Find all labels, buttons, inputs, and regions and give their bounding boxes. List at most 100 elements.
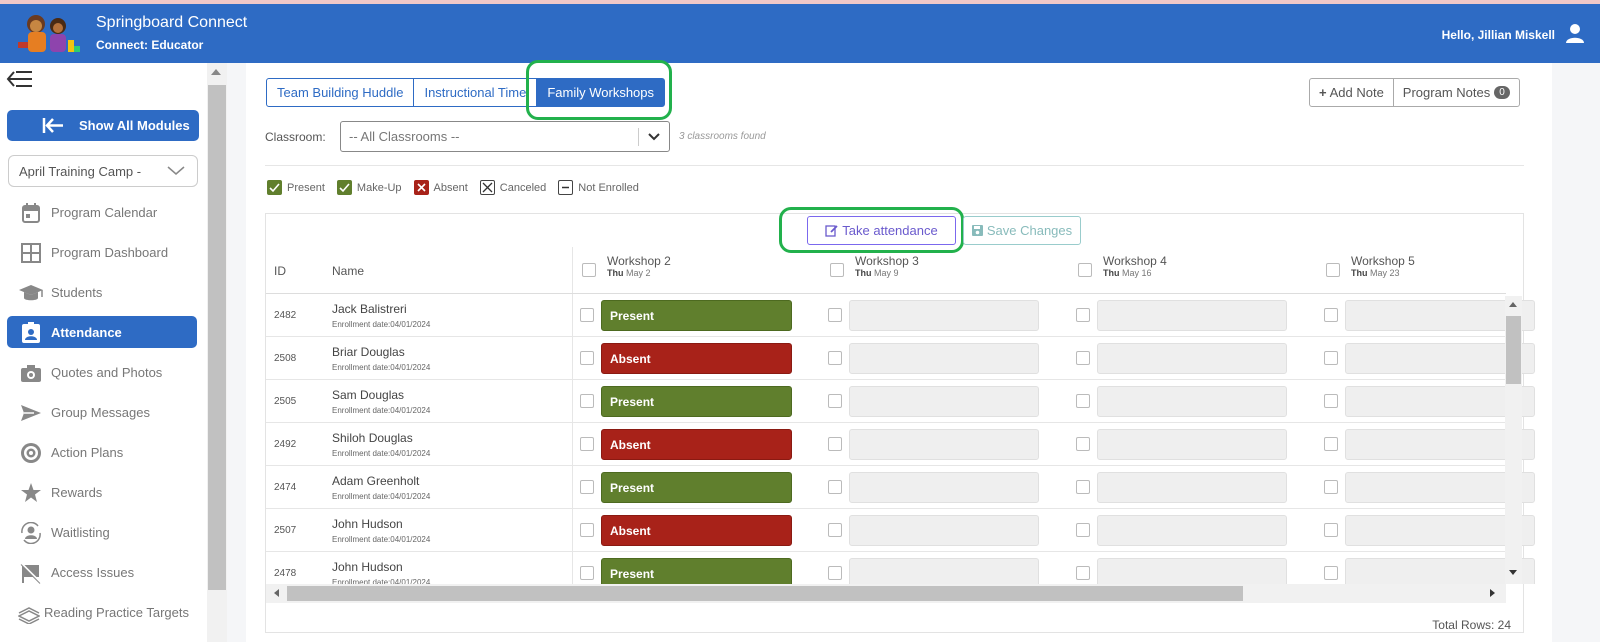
attendance-checkbox-workshop-4[interactable] — [1076, 437, 1090, 451]
attendance-checkbox-workshop-2[interactable] — [580, 308, 594, 322]
attendance-empty-cell-workshop-4[interactable] — [1097, 343, 1287, 374]
scroll-left-arrow-icon[interactable] — [274, 589, 279, 597]
table-row: 2507 John Hudson Enrollment date:04/01/202… — [266, 509, 1535, 552]
attendance-checkbox-workshop-5[interactable] — [1324, 523, 1338, 537]
attendance-empty-cell-workshop-3[interactable] — [849, 343, 1039, 374]
attendance-checkbox-workshop-5[interactable] — [1324, 566, 1338, 580]
enrollment-date: Enrollment date:04/01/2024 — [332, 492, 431, 501]
program-notes-button[interactable]: Program Notes 0 — [1392, 78, 1520, 107]
attendance-empty-cell-workshop-4[interactable] — [1097, 472, 1287, 503]
show-all-modules-button[interactable]: Show All Modules — [7, 110, 199, 141]
attendance-checkbox-workshop-2[interactable] — [580, 394, 594, 408]
program-select[interactable]: April Training Camp - — [8, 155, 198, 187]
workshop-5-select-all-checkbox[interactable] — [1326, 263, 1340, 277]
column-header-workshop-2: Workshop 2 Thu May 2 — [607, 254, 671, 278]
attendance-checkbox-workshop-3[interactable] — [828, 480, 842, 494]
program-notes-count-badge: 0 — [1494, 86, 1510, 99]
attendance-checkbox-workshop-3[interactable] — [828, 566, 842, 580]
workshop-date: Thu May 9 — [855, 268, 899, 278]
attendance-empty-cell-workshop-4[interactable] — [1097, 386, 1287, 417]
scroll-right-arrow-icon[interactable] — [1490, 589, 1495, 597]
sidebar-item-label: Program Dashboard — [51, 244, 169, 260]
attendance-status-cell[interactable]: Absent — [601, 515, 792, 546]
scroll-up-arrow-icon[interactable] — [1509, 302, 1517, 307]
attendance-status-cell[interactable]: Present — [601, 558, 792, 584]
workshop-3-select-all-checkbox[interactable] — [830, 263, 844, 277]
total-rows-text: Total Rows: 24 — [1432, 618, 1511, 632]
table-body: 2482 Jack Balistreri Enrollment date:04/01… — [0, 294, 1600, 584]
enrollment-date: Enrollment date:04/01/2024 — [332, 406, 431, 415]
attendance-empty-cell-workshop-3[interactable] — [849, 300, 1039, 331]
workshop-4-select-all-checkbox[interactable] — [1078, 263, 1092, 277]
attendance-status-cell[interactable]: Present — [601, 300, 792, 331]
attendance-checkbox-workshop-4[interactable] — [1076, 308, 1090, 322]
grid-vertical-scrollbar-thumb[interactable] — [1506, 316, 1521, 384]
attendance-checkbox-workshop-4[interactable] — [1076, 394, 1090, 408]
attendance-checkbox-workshop-4[interactable] — [1076, 480, 1090, 494]
attendance-checkbox-workshop-4[interactable] — [1076, 351, 1090, 365]
tab-instructional-time[interactable]: Instructional Time — [413, 78, 538, 107]
scroll-down-arrow-icon[interactable] — [1509, 570, 1517, 575]
column-header-workshop-5: Workshop 5 Thu May 23 — [1351, 254, 1415, 278]
attendance-status-cell[interactable]: Present — [601, 386, 792, 417]
column-header-id: ID — [274, 264, 286, 278]
attendance-empty-cell-workshop-3[interactable] — [849, 515, 1039, 546]
grid-horizontal-scrollbar-thumb[interactable] — [287, 586, 1243, 601]
attendance-checkbox-workshop-5[interactable] — [1324, 437, 1338, 451]
table-row: 2505 Sam Douglas Enrollment date:04/01/202… — [266, 380, 1535, 423]
workshop-title: Workshop 2 — [607, 254, 671, 268]
tab-team-building-huddle[interactable]: Team Building Huddle — [266, 78, 415, 107]
attendance-empty-cell-workshop-3[interactable] — [849, 386, 1039, 417]
save-changes-button[interactable]: Save Changes — [963, 216, 1081, 245]
attendance-checkbox-workshop-3[interactable] — [828, 308, 842, 322]
classrooms-found-text: 3 classrooms found — [679, 131, 766, 142]
add-note-button[interactable]: + Add Note — [1309, 78, 1394, 107]
student-name: Jack Balistreri — [332, 302, 407, 316]
classroom-select[interactable]: -- All Classrooms -- — [340, 121, 670, 152]
attendance-status-cell[interactable]: Absent — [601, 343, 792, 374]
sidebar-item-reading-practice-targets[interactable]: Reading Practice Targets — [0, 592, 207, 632]
program-notes-label: Program Notes — [1402, 85, 1491, 100]
attendance-empty-cell-workshop-4[interactable] — [1097, 515, 1287, 546]
attendance-checkbox-workshop-4[interactable] — [1076, 566, 1090, 580]
attendance-status-cell[interactable]: Absent — [601, 429, 792, 460]
attendance-checkbox-workshop-5[interactable] — [1324, 480, 1338, 494]
attendance-status-cell[interactable]: Present — [601, 472, 792, 503]
attendance-checkbox-workshop-5[interactable] — [1324, 308, 1338, 322]
table-row: 2474 Adam Greenholt Enrollment date:04/01/… — [266, 466, 1535, 509]
user-icon[interactable] — [1564, 22, 1586, 44]
attendance-checkbox-workshop-3[interactable] — [828, 351, 842, 365]
attendance-checkbox-workshop-2[interactable] — [580, 351, 594, 365]
attendance-empty-cell-workshop-3[interactable] — [849, 429, 1039, 460]
attendance-empty-cell-workshop-4[interactable] — [1097, 300, 1287, 331]
plus-icon: + — [1319, 85, 1327, 100]
attendance-empty-cell-workshop-4[interactable] — [1097, 429, 1287, 460]
attendance-empty-cell-workshop-3[interactable] — [849, 558, 1039, 584]
app-subtitle: Connect: Educator — [96, 38, 204, 52]
attendance-checkbox-workshop-2[interactable] — [580, 480, 594, 494]
app-title: Springboard Connect — [96, 14, 248, 31]
workshop-date: Thu May 23 — [1351, 268, 1400, 278]
attendance-empty-cell-workshop-4[interactable] — [1097, 558, 1287, 584]
sidebar-item-program-dashboard[interactable]: Program Dashboard — [0, 232, 207, 272]
attendance-checkbox-workshop-4[interactable] — [1076, 523, 1090, 537]
student-id: 2507 — [274, 525, 297, 536]
attendance-empty-cell-workshop-3[interactable] — [849, 472, 1039, 503]
scroll-up-arrow-icon[interactable] — [211, 69, 221, 75]
collapse-menu-icon[interactable] — [6, 69, 36, 89]
attendance-checkbox-workshop-3[interactable] — [828, 394, 842, 408]
user-greeting[interactable]: Hello, Jillian Miskell — [1442, 28, 1555, 42]
sidebar-item-label: Program Calendar — [51, 204, 158, 220]
attendance-checkbox-workshop-5[interactable] — [1324, 351, 1338, 365]
attendance-checkbox-workshop-3[interactable] — [828, 437, 842, 451]
attendance-checkbox-workshop-2[interactable] — [580, 523, 594, 537]
notes-button-group: + Add Note Program Notes 0 — [1309, 78, 1520, 107]
attendance-checkbox-workshop-2[interactable] — [580, 566, 594, 580]
student-id: 2478 — [274, 568, 297, 579]
attendance-checkbox-workshop-3[interactable] — [828, 523, 842, 537]
workshop-2-select-all-checkbox[interactable] — [582, 263, 596, 277]
sidebar-item-program-calendar[interactable]: Program Calendar — [0, 192, 207, 232]
legend-label: Absent — [433, 181, 468, 194]
attendance-checkbox-workshop-5[interactable] — [1324, 394, 1338, 408]
attendance-checkbox-workshop-2[interactable] — [580, 437, 594, 451]
